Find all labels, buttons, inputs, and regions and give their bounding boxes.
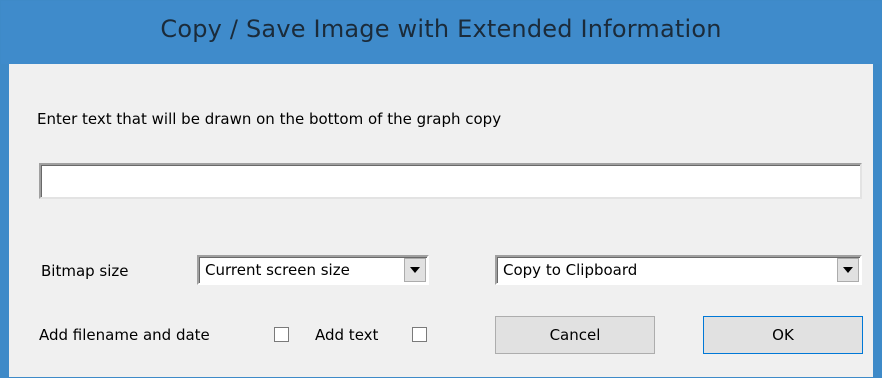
title-bar[interactable]: Copy / Save Image with Extended Informat… [1,1,881,64]
ok-button[interactable]: OK [703,316,863,354]
destination-value: Copy to Clipboard [503,261,638,279]
add-text-checkbox[interactable] [412,327,427,342]
bitmap-size-value: Current screen size [205,261,350,279]
add-filename-date-checkbox[interactable] [274,327,289,342]
cancel-button[interactable]: Cancel [495,316,655,354]
add-text-label: Add text [315,326,379,344]
dialog-window: Copy / Save Image with Extended Informat… [0,0,882,378]
add-filename-date-label: Add filename and date [39,326,210,344]
chevron-down-icon [410,267,420,273]
dialog-title: Copy / Save Image with Extended Informat… [160,15,722,43]
bottom-text-input[interactable] [39,163,862,199]
bitmap-size-label: Bitmap size [41,262,129,280]
bitmap-size-select[interactable]: Current screen size [197,255,429,285]
dialog-body: Enter text that will be drawn on the bot… [9,64,873,377]
destination-dropdown-button[interactable] [837,258,859,282]
destination-select[interactable]: Copy to Clipboard [495,255,862,285]
bitmap-size-dropdown-button[interactable] [404,258,426,282]
chevron-down-icon [843,267,853,273]
instruction-label: Enter text that will be drawn on the bot… [37,110,502,128]
